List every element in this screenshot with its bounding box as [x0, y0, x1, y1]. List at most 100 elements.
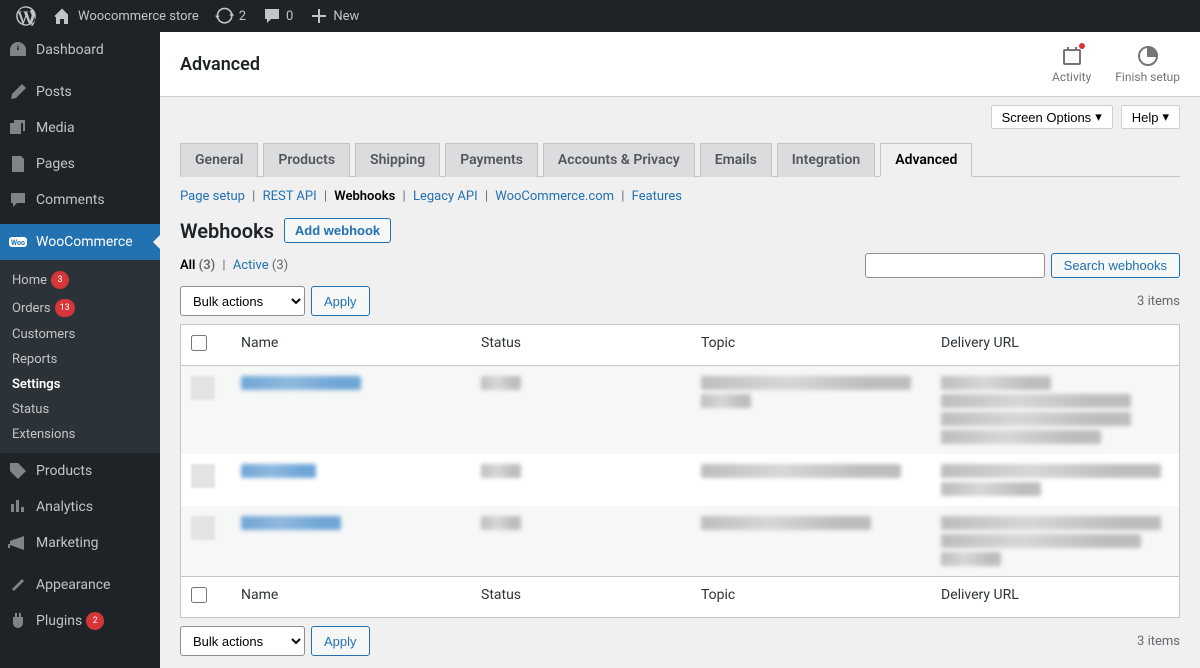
menu-label: Marketing	[36, 535, 99, 551]
menu-label: Appearance	[36, 577, 110, 593]
search-input[interactable]	[865, 253, 1045, 278]
tab-integration[interactable]: Integration	[777, 143, 875, 177]
add-webhook-button[interactable]: Add webhook	[284, 218, 391, 243]
column-topic[interactable]: Topic	[691, 325, 931, 366]
tab-shipping[interactable]: Shipping	[355, 143, 440, 177]
subnav-webhooks[interactable]: Webhooks	[334, 189, 395, 204]
admin-bar: Woocommerce store 2 0 New	[0, 0, 1200, 32]
menu-posts[interactable]: Posts	[0, 74, 160, 110]
pages-icon	[8, 154, 28, 174]
column-topic[interactable]: Topic	[691, 577, 931, 618]
tab-emails[interactable]: Emails	[700, 143, 772, 177]
menu-pages[interactable]: Pages	[0, 146, 160, 182]
tab-advanced[interactable]: Advanced	[880, 143, 972, 177]
menu-media[interactable]: Media	[0, 110, 160, 146]
menu-label: Posts	[36, 84, 72, 100]
analytics-icon	[8, 497, 28, 517]
table-row	[181, 366, 1180, 455]
tab-general[interactable]: General	[180, 143, 258, 177]
webhook-name-link[interactable]	[241, 376, 361, 390]
posts-icon	[8, 82, 28, 102]
webhook-thumbnail	[191, 376, 215, 400]
menu-analytics[interactable]: Analytics	[0, 489, 160, 525]
appearance-icon	[8, 575, 28, 595]
filters-row: All (3) | Active (3) Search webhooks	[180, 253, 1180, 278]
menu-dashboard[interactable]: Dashboard	[0, 32, 160, 68]
column-delivery[interactable]: Delivery URL	[931, 577, 1180, 618]
search-webhooks-button[interactable]: Search webhooks	[1051, 253, 1180, 278]
updates-count-label: 2	[239, 9, 246, 24]
submenu-label: Status	[12, 402, 49, 417]
menu-plugins[interactable]: Plugins2	[0, 603, 160, 639]
page-title: Advanced	[180, 54, 260, 75]
svg-text:Woo: Woo	[11, 239, 25, 247]
new-label: New	[333, 9, 359, 24]
apply-button[interactable]: Apply	[311, 626, 370, 656]
bulk-actions-select[interactable]: Bulk actions	[180, 626, 305, 656]
tablenav-bottom: Bulk actions Apply 3 items	[180, 626, 1180, 656]
comments-link[interactable]: 0	[254, 0, 301, 32]
screen-options-button[interactable]: Screen Options ▾	[991, 105, 1113, 129]
column-delivery[interactable]: Delivery URL	[931, 325, 1180, 366]
submenu-extensions[interactable]: Extensions	[0, 422, 160, 447]
advanced-subnav: Page setup | REST API | Webhooks | Legac…	[180, 189, 1180, 204]
settings-tabs: General Products Shipping Payments Accou…	[180, 143, 1180, 177]
menu-marketing[interactable]: Marketing	[0, 525, 160, 561]
help-button[interactable]: Help ▾	[1121, 105, 1180, 129]
new-link[interactable]: New	[301, 0, 367, 32]
page-header: Advanced Activity Finish setup	[160, 32, 1200, 97]
finish-setup-label: Finish setup	[1115, 70, 1180, 84]
chevron-down-icon: ▾	[1095, 109, 1102, 125]
submenu-status[interactable]: Status	[0, 397, 160, 422]
main-content: Advanced Activity Finish setup Screen Op…	[160, 32, 1200, 668]
select-all-checkbox[interactable]	[191, 335, 207, 351]
submenu-home[interactable]: Home3	[0, 266, 160, 294]
finish-setup-button[interactable]: Finish setup	[1115, 44, 1180, 84]
column-status[interactable]: Status	[471, 577, 691, 618]
column-name[interactable]: Name	[231, 325, 471, 366]
submenu-settings[interactable]: Settings	[0, 372, 160, 397]
tab-payments[interactable]: Payments	[445, 143, 538, 177]
updates-link[interactable]: 2	[207, 0, 254, 32]
submenu-orders[interactable]: Orders13	[0, 294, 160, 322]
finish-setup-icon	[1136, 44, 1160, 68]
submenu-reports[interactable]: Reports	[0, 347, 160, 372]
filter-all[interactable]: All (3)	[180, 258, 215, 273]
filter-active[interactable]: Active (3)	[233, 258, 288, 273]
table-row	[181, 506, 1180, 577]
subnav-legacy-api[interactable]: Legacy API	[413, 189, 478, 204]
subnav-page-setup[interactable]: Page setup	[180, 189, 245, 204]
wp-logo[interactable]	[8, 0, 44, 32]
column-name[interactable]: Name	[231, 577, 471, 618]
menu-label: Pages	[36, 156, 75, 172]
plugins-icon	[8, 611, 28, 631]
menu-appearance[interactable]: Appearance	[0, 567, 160, 603]
webhook-name-link[interactable]	[241, 516, 341, 530]
tab-products[interactable]: Products	[263, 143, 350, 177]
activity-button[interactable]: Activity	[1052, 44, 1091, 84]
tab-accounts[interactable]: Accounts & Privacy	[543, 143, 695, 177]
chevron-down-icon: ▾	[1162, 109, 1169, 125]
menu-label: Products	[36, 463, 92, 479]
page-heading-row: Webhooks Add webhook	[180, 218, 1180, 243]
apply-button[interactable]: Apply	[311, 286, 370, 316]
menu-comments[interactable]: Comments	[0, 182, 160, 218]
submenu-customers[interactable]: Customers	[0, 322, 160, 347]
subnav-features[interactable]: Features	[632, 189, 682, 204]
webhook-delivery-url	[941, 516, 1161, 530]
marketing-icon	[8, 533, 28, 553]
admin-sidebar: Dashboard Posts Media Pages Comments Woo…	[0, 32, 160, 668]
column-status[interactable]: Status	[471, 325, 691, 366]
site-name-link[interactable]: Woocommerce store	[44, 0, 207, 32]
subnav-rest-api[interactable]: REST API	[263, 189, 317, 204]
select-all-checkbox[interactable]	[191, 587, 207, 603]
menu-label: Comments	[36, 192, 105, 208]
menu-products[interactable]: Products	[0, 453, 160, 489]
menu-woocommerce[interactable]: WooWooCommerce	[0, 224, 160, 260]
badge: 13	[55, 299, 75, 317]
submenu-label: Reports	[12, 352, 57, 367]
bulk-actions-select[interactable]: Bulk actions	[180, 286, 305, 316]
webhook-name-link[interactable]	[241, 464, 316, 478]
subnav-woocommerce-com[interactable]: WooCommerce.com	[495, 189, 614, 204]
webhook-status	[481, 464, 521, 478]
